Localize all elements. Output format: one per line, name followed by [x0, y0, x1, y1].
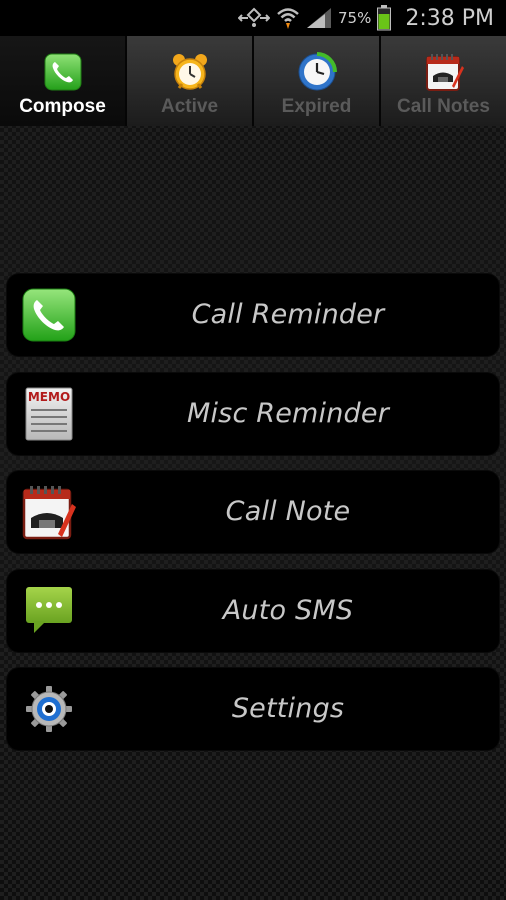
settings-label: Settings [231, 693, 345, 724]
phone-icon [43, 52, 83, 92]
misc-reminder-label: Misc Reminder [186, 397, 390, 429]
call-note-button[interactable]: Call Note [7, 471, 499, 553]
battery-percent: 75% [338, 9, 372, 27]
gear-icon [22, 682, 76, 736]
memo-icon: MEMO [22, 387, 76, 441]
misc-reminder-button[interactable]: MEMO Misc Reminder [7, 372, 499, 455]
settings-button[interactable]: Settings [7, 668, 499, 750]
signal-icon [306, 7, 332, 29]
call-note-label: Call Note [225, 496, 351, 527]
compose-menu: Call Reminder MEMO Misc Reminder Call No… [7, 274, 499, 767]
auto-sms-button[interactable]: Auto SMS [7, 569, 499, 652]
status-bar: 75% 2:38 PM [0, 0, 506, 36]
wifi-icon [276, 6, 300, 30]
tab-expired-label: Expired [281, 96, 352, 117]
network-icon [238, 6, 270, 30]
tab-bar: Compose Active Expired Call Notes [0, 36, 506, 126]
svg-text:MEMO: MEMO [28, 390, 70, 404]
notepad-phone-icon [22, 485, 76, 540]
call-reminder-button[interactable]: Call Reminder [7, 274, 499, 356]
battery-icon [377, 5, 392, 31]
phone-icon [22, 288, 76, 342]
tab-call-notes[interactable]: Call Notes [379, 36, 506, 126]
tab-call-notes-label: Call Notes [397, 96, 490, 117]
alarm-clock-icon [170, 52, 210, 92]
history-clock-icon [297, 52, 337, 92]
tab-compose[interactable]: Compose [0, 36, 125, 126]
tab-expired[interactable]: Expired [252, 36, 379, 126]
tab-compose-label: Compose [19, 96, 106, 117]
sms-bubble-icon [22, 584, 76, 638]
notepad-phone-icon [424, 52, 464, 92]
tab-active[interactable]: Active [125, 36, 252, 126]
call-reminder-label: Call Reminder [191, 299, 385, 330]
tab-active-label: Active [160, 96, 219, 117]
clock-time: 2:38 PM [405, 5, 494, 31]
auto-sms-label: Auto SMS [222, 594, 354, 626]
